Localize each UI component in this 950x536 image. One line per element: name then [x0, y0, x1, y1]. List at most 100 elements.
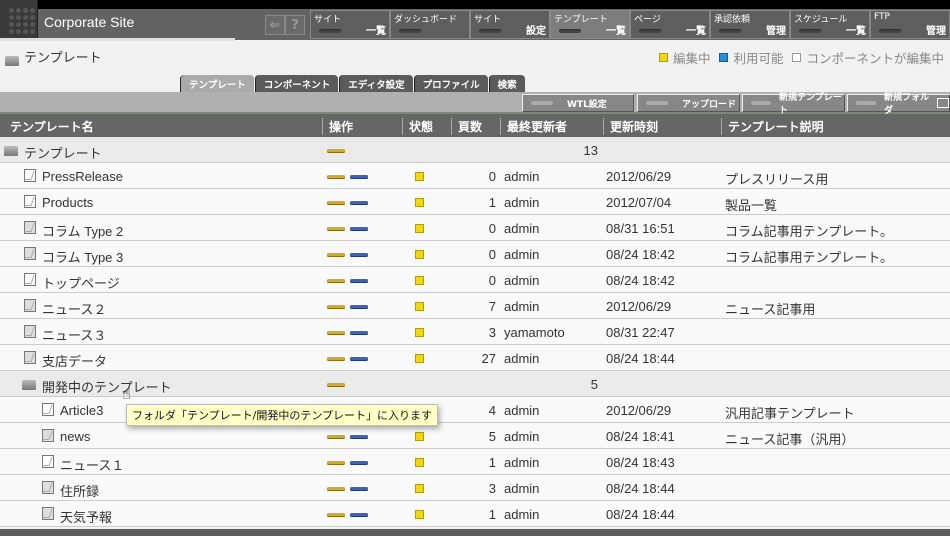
tab[interactable]: プロファイル [413, 75, 488, 92]
edit-icon[interactable] [327, 305, 345, 308]
row-updater: admin [504, 429, 540, 444]
new-template-button[interactable]: 新規テンプレート [742, 93, 845, 116]
new-folder-icon [937, 98, 949, 108]
row-pages: 3 [488, 325, 496, 340]
edit-icon[interactable] [327, 279, 345, 282]
row-name[interactable]: ニュース２ [42, 299, 106, 318]
row-name[interactable]: Article3 [60, 403, 103, 418]
nav-item-label: サイト [314, 15, 342, 25]
edit-icon[interactable] [327, 461, 345, 464]
nav-item[interactable]: ページ 一覧 [630, 10, 710, 39]
template-table: テンプレート 13 PressRelease 0 admin 2012/06/29 プレスリ… [0, 137, 950, 527]
nav-item[interactable]: ダッシュボード [390, 10, 470, 39]
table-row[interactable]: 天気予報 1 admin 08/24 18:44 [0, 501, 950, 527]
col-desc[interactable]: テンプレート説明 [721, 118, 824, 135]
col-updater[interactable]: 最終更新者 [500, 118, 567, 135]
row-updater: admin [504, 247, 540, 262]
preview-icon[interactable] [350, 461, 368, 464]
app-menu-icon[interactable] [0, 0, 38, 38]
edit-icon[interactable] [327, 201, 345, 204]
col-pages[interactable]: 頁数 [451, 118, 482, 135]
tab[interactable]: エディタ設定 [339, 75, 413, 92]
nav-item[interactable]: スケジュール 一覧 [790, 10, 870, 39]
table-row[interactable]: 住所録 3 admin 08/24 18:44 [0, 475, 950, 501]
row-name[interactable]: 支店データ [42, 351, 107, 370]
nav-item[interactable]: 承認依頼 管理 [710, 10, 790, 39]
tab[interactable]: 検索 [488, 75, 525, 92]
table-row[interactable]: ニュース３ 3 yamamoto 08/31 22:47 [0, 319, 950, 345]
col-status[interactable]: 状態 [402, 118, 433, 135]
row-updater: yamamoto [504, 325, 565, 340]
tab[interactable]: テンプレート [180, 75, 254, 92]
preview-icon[interactable] [350, 175, 368, 178]
row-name[interactable]: 開発中のテンプレート [42, 377, 172, 396]
row-name[interactable]: テンプレート [24, 143, 102, 162]
row-name[interactable]: コラム Type 3 [42, 247, 123, 266]
nav-item[interactable]: テンプレート 一覧 [550, 10, 630, 39]
nav-item[interactable]: サイト 一覧 [310, 10, 390, 39]
row-name[interactable]: 住所録 [60, 481, 99, 500]
row-name[interactable]: ニュース１ [60, 455, 124, 474]
row-name[interactable]: 天気予報 [60, 507, 112, 526]
table-row[interactable]: コラム Type 2 0 admin 08/31 16:51 コラム記事用テンプレート。 [0, 215, 950, 241]
row-name[interactable]: トップページ [42, 273, 120, 292]
preview-icon[interactable] [350, 487, 368, 490]
edit-icon[interactable] [327, 227, 345, 230]
tab-bar: テンプレート コンポーネント エディタ設定 プロファイル 検索 [180, 75, 526, 92]
table-row[interactable]: ニュース１ 1 admin 08/24 18:43 [0, 449, 950, 475]
row-name[interactable]: PressRelease [42, 169, 123, 184]
row-updated: 08/24 18:44 [606, 507, 675, 522]
col-name[interactable]: テンプレート名 [10, 118, 94, 135]
table-row[interactable]: コラム Type 3 0 admin 08/24 18:42 コラム記事用テンプレート。 [0, 241, 950, 267]
site-title: Corporate Site [44, 14, 135, 30]
row-name[interactable]: ニュース３ [42, 325, 106, 344]
table-row[interactable]: PressRelease 0 admin 2012/06/29 プレスリリース用 [0, 163, 950, 189]
nav-item[interactable]: サイト 設定 [470, 10, 550, 39]
edit-icon[interactable] [327, 435, 345, 438]
preview-icon[interactable] [350, 305, 368, 308]
edit-icon[interactable] [327, 253, 345, 256]
preview-icon[interactable] [350, 435, 368, 438]
edit-icon[interactable] [327, 175, 345, 178]
edit-icon[interactable] [327, 331, 345, 334]
row-name[interactable]: コラム Type 2 [42, 221, 123, 240]
table-row[interactable]: トップページ 0 admin 08/24 18:42 [0, 267, 950, 293]
folder-row[interactable]: テンプレート 13 [0, 137, 950, 163]
table-row[interactable]: ニュース２ 7 admin 2012/06/29 ニュース記事用 [0, 293, 950, 319]
table-header: テンプレート名 操作 状態 頁数 最終更新者 更新時刻 テンプレート説明 [0, 114, 950, 137]
preview-icon[interactable] [350, 279, 368, 282]
wtl-settings-button[interactable]: WTL設定 [522, 94, 634, 112]
table-row[interactable]: news 5 admin 08/24 18:41 ニュース記事（汎用） [0, 423, 950, 449]
col-updated[interactable]: 更新時刻 [603, 118, 658, 135]
row-updater: admin [504, 507, 540, 522]
row-name[interactable]: Products [42, 195, 93, 210]
edit-icon[interactable] [327, 383, 345, 386]
top-bar: Corporate Site ⇐ ? サイト 一覧 ダッシュボード サイト 設定テ… [0, 0, 950, 40]
preview-icon[interactable] [350, 513, 368, 516]
table-row[interactable]: Products 1 admin 2012/07/04 製品一覧 [0, 189, 950, 215]
table-row[interactable]: 支店データ 27 admin 08/24 18:44 [0, 345, 950, 371]
preview-icon[interactable] [350, 331, 368, 334]
folder-row[interactable]: 開発中のテンプレート 5 [0, 371, 950, 397]
preview-icon[interactable] [350, 201, 368, 204]
nav-item[interactable]: FTP 管理 [870, 10, 950, 39]
upload-button[interactable]: アップロード [637, 94, 740, 112]
toolbar: WTL設定 アップロード 新規テンプレート 新規フォルダ [0, 92, 950, 116]
template-icon [24, 195, 36, 208]
template-icon [24, 325, 36, 338]
edit-icon[interactable] [327, 487, 345, 490]
tab[interactable]: コンポーネント [254, 75, 339, 92]
status-editing-icon [415, 302, 424, 311]
help-icon[interactable]: ? [285, 15, 305, 35]
edit-icon[interactable] [327, 357, 345, 360]
row-name[interactable]: news [60, 429, 90, 444]
new-folder-button[interactable]: 新規フォルダ [847, 93, 950, 116]
edit-icon[interactable] [327, 513, 345, 516]
edit-icon[interactable] [327, 149, 345, 152]
row-pages: 0 [488, 247, 496, 262]
preview-icon[interactable] [350, 357, 368, 360]
new-folder-label: 新規フォルダ [883, 93, 929, 116]
logout-icon[interactable]: ⇐ [265, 15, 285, 35]
preview-icon[interactable] [350, 253, 368, 256]
preview-icon[interactable] [350, 227, 368, 230]
